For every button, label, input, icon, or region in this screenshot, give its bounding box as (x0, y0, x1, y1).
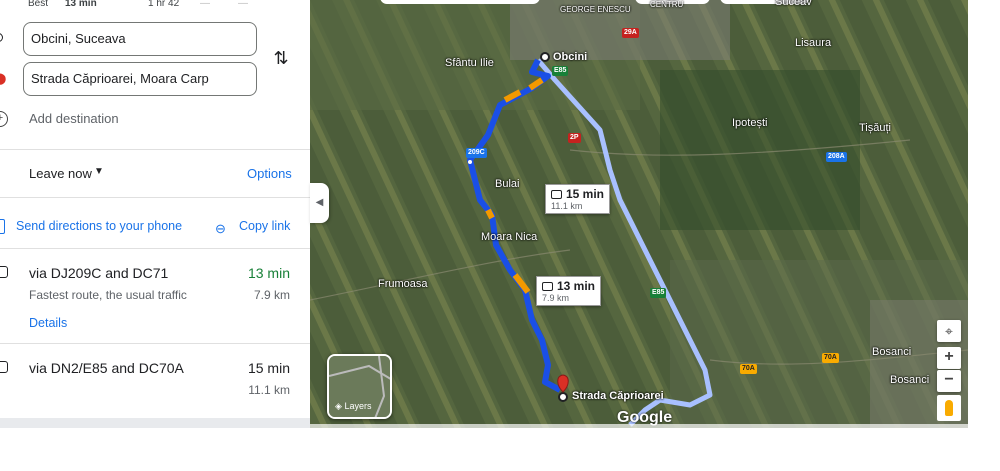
destination-input[interactable]: Strada Căprioarei, Moara Carp (23, 62, 257, 96)
app-root: Best 13 min 1 hr 42 — — Obcini, Suceava … (0, 0, 1000, 471)
alt-route-callout[interactable]: 15 min 11.1 km (545, 184, 611, 214)
my-location-icon[interactable]: ⌖ (937, 320, 961, 342)
origin-circle-icon (0, 33, 3, 42)
origin-marker-icon[interactable] (540, 52, 550, 62)
route-node (468, 160, 472, 164)
route-subtitle: Fastest route, the usual traffic (29, 288, 187, 302)
link-icon[interactable]: ⊖ (215, 221, 226, 237)
car-icon (551, 190, 562, 199)
route-time: 15 min (247, 360, 290, 376)
car-icon (0, 361, 8, 373)
traffic-segment (485, 208, 495, 220)
place-label: Bosanci (890, 374, 930, 386)
place-label-destination: Strada Căprioarei (572, 390, 664, 402)
travel-modes-row: Best 13 min 1 hr 42 — — (0, 0, 310, 14)
place-label: Sfântu Ilie (445, 57, 494, 69)
phone-icon[interactable] (0, 219, 5, 234)
satellite-imagery (310, 0, 968, 428)
route-name: via DN2/E85 and DC70A (29, 360, 184, 376)
send-to-phone-link[interactable]: Send directions to your phone (16, 219, 182, 233)
map-canvas[interactable]: GEORGE ENESCU CENTRU Suceav Sfântu Ilie … (310, 0, 968, 428)
route-distance: 11.1 km (248, 383, 290, 397)
place-label: CENTRU (650, 0, 684, 9)
road-shield: 70A (822, 353, 839, 363)
swap-arrows-icon[interactable]: ⇅ (271, 48, 291, 68)
main-route-callout[interactable]: 13 min 7.9 km (536, 276, 602, 306)
road-shield: E85 (650, 288, 667, 298)
road-shield: 70A (740, 364, 757, 374)
divider (0, 343, 310, 344)
divider (0, 197, 310, 198)
car-icon (0, 266, 8, 278)
options-button[interactable]: Options (247, 166, 292, 181)
place-label: GEORGE ENESCU (560, 5, 631, 14)
directions-panel: Best 13 min 1 hr 42 — — Obcini, Suceava … (0, 0, 310, 428)
route-distance: 7.9 km (253, 288, 290, 302)
leave-now-dropdown[interactable]: Leave now (29, 166, 92, 181)
callout-time: 13 min (557, 279, 596, 293)
place-label: Bulai (495, 178, 520, 190)
mode-dash-2[interactable]: — (238, 0, 248, 9)
panel-bottom-bar (0, 418, 310, 428)
layers-label: Layers (344, 401, 372, 411)
layers-button[interactable]: ◈ Layers (327, 354, 392, 419)
mode-best-time[interactable]: 13 min (65, 0, 97, 9)
road-shield: 2P (568, 133, 581, 143)
destination-pin-icon: ⬤ (0, 73, 7, 85)
route-name: via DJ209C and DC71 (29, 265, 169, 281)
mode-other-time[interactable]: 1 hr 42 (148, 0, 179, 9)
mode-best-label[interactable]: Best (28, 0, 48, 9)
place-label: Frumoasa (378, 278, 428, 290)
divider (0, 248, 310, 249)
route-time: 13 min (247, 265, 290, 281)
pegman-icon[interactable] (937, 395, 961, 421)
add-destination-button[interactable]: Add destination (29, 111, 119, 126)
collapse-panel-button[interactable]: ◀ (310, 183, 329, 223)
road-shield: E85 (552, 66, 569, 76)
place-label-origin: Obcini (553, 51, 588, 63)
zoom-in-button[interactable]: + (937, 347, 961, 369)
callout-distance: 7.9 km (542, 293, 570, 303)
place-label: Suceav (775, 0, 812, 8)
car-icon (542, 282, 553, 291)
callout-distance: 11.1 km (551, 201, 583, 211)
destination-dot (558, 392, 568, 402)
road-shield: 209C (466, 148, 487, 158)
copy-link-button[interactable]: Copy link (239, 219, 290, 233)
road-shield: 29A (622, 28, 639, 38)
attribution-bar (310, 424, 968, 428)
map-top-chip[interactable] (380, 0, 540, 4)
road-shield: 208A (826, 152, 847, 162)
layers-icon: ◈ (335, 401, 342, 411)
divider (0, 149, 310, 150)
callout-time: 15 min (566, 187, 605, 201)
zoom-out-button[interactable]: − (937, 370, 961, 392)
place-label: Tișăuți (859, 122, 891, 134)
mode-dash-1[interactable]: — (200, 0, 210, 9)
add-destination-icon[interactable]: + (0, 111, 8, 127)
details-link[interactable]: Details (29, 316, 67, 330)
place-label: Bosanci (872, 346, 912, 358)
origin-input[interactable]: Obcini, Suceava (23, 22, 257, 56)
place-label: Moara Nica (481, 231, 538, 243)
chevron-down-icon[interactable]: ▼ (94, 166, 104, 177)
place-label: Lisaura (795, 37, 832, 49)
place-label: Ipotești (732, 117, 768, 129)
